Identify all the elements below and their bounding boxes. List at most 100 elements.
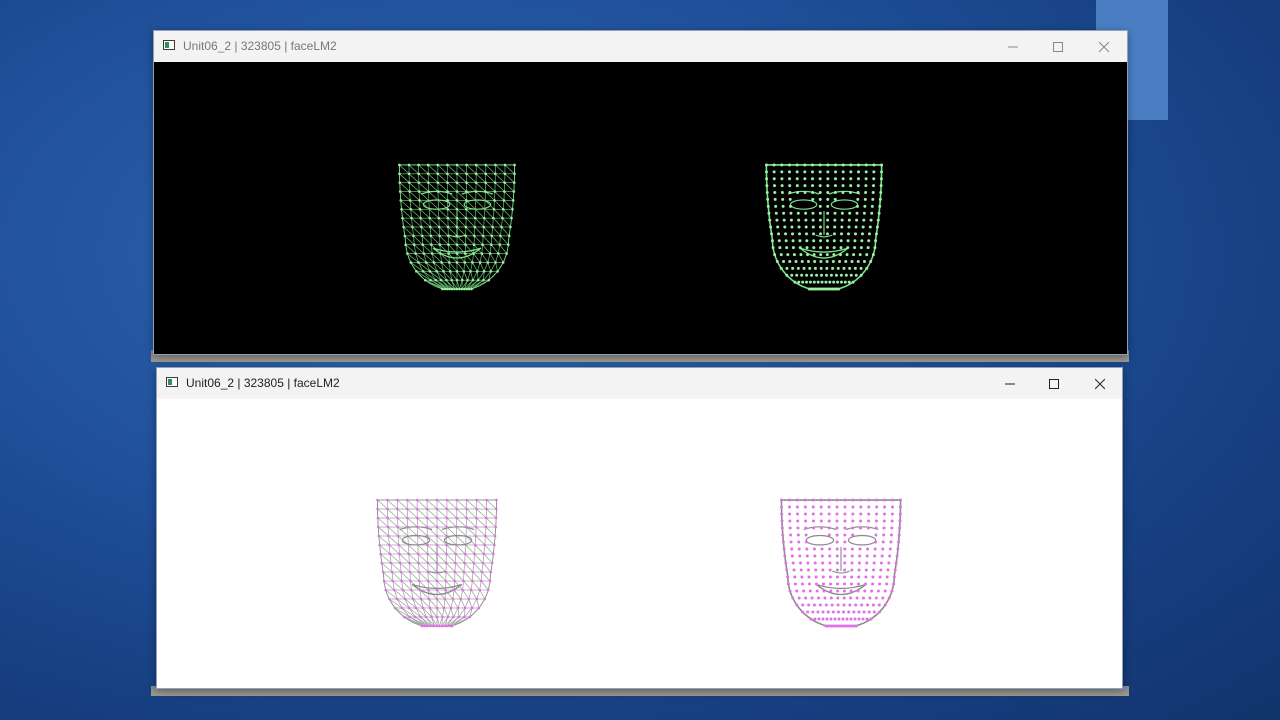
minimize-button[interactable] (987, 368, 1033, 399)
landmark-point (824, 273, 828, 277)
mesh-edge (387, 499, 398, 510)
landmark-point (407, 163, 411, 167)
landmark-point (804, 533, 808, 537)
landmark-point (798, 554, 802, 558)
landmark-point (388, 552, 392, 556)
landmark-point (789, 204, 793, 208)
mesh-edge (470, 589, 478, 600)
landmark-point (453, 570, 457, 574)
landmark-point (495, 498, 498, 502)
landmark-point (764, 170, 768, 174)
landmark-point (386, 498, 389, 502)
landmark-point (859, 246, 863, 250)
landmark-point (455, 525, 458, 529)
landmark-point (819, 526, 823, 530)
landmark-point (846, 232, 850, 236)
landmark-point (826, 610, 830, 614)
mesh-edge (456, 517, 467, 528)
face-window-bottom[interactable]: Unit06_2 | 323805 | faceLM2 (156, 367, 1123, 689)
close-button[interactable] (1077, 368, 1123, 399)
landmark-point (825, 246, 829, 250)
landmark-point (850, 547, 854, 551)
landmark-point (827, 505, 831, 509)
mesh-edge (449, 262, 458, 272)
mesh-edge (399, 553, 410, 564)
landmark-point (445, 534, 448, 538)
landmark-point (400, 207, 403, 211)
landmark-point (474, 534, 478, 538)
landmark-point (494, 516, 498, 520)
titlebar[interactable]: Unit06_2 | 323805 | faceLM2 (154, 31, 1127, 62)
minimize-button[interactable] (990, 31, 1036, 62)
landmark-point (838, 259, 842, 263)
mesh-edge (438, 217, 449, 228)
maximize-button[interactable] (1031, 368, 1077, 399)
mesh-edge (462, 580, 464, 591)
landmark-point (497, 252, 500, 255)
landmark-point (864, 575, 868, 579)
titlebar[interactable]: Unit06_2 | 323805 | faceLM2 (157, 368, 1122, 399)
landmark-point (781, 540, 785, 544)
landmark-point (482, 225, 486, 229)
mesh-edge (474, 544, 485, 555)
landmark-point (866, 246, 870, 250)
landmark-point (455, 181, 459, 184)
mesh-edge (470, 262, 473, 272)
mesh-edge (481, 244, 484, 254)
landmark-point (780, 526, 784, 530)
landmark-point (376, 525, 380, 529)
landmark-point (818, 191, 822, 195)
landmark-point (788, 589, 792, 593)
close-button[interactable] (1081, 31, 1127, 62)
mesh-edge (467, 271, 471, 281)
mesh-edge (397, 499, 408, 510)
landmark-point (851, 280, 855, 284)
mesh-edge (420, 217, 431, 228)
face-window-top[interactable]: Unit06_2 | 323805 | faceLM2 (153, 30, 1128, 355)
mesh-edge (417, 553, 429, 564)
landmark-point (510, 216, 513, 220)
landmark-point (863, 204, 867, 208)
landmark-point (425, 525, 429, 529)
landmark-point (492, 207, 496, 211)
landmark-point (427, 597, 431, 601)
mesh-edge (498, 253, 504, 263)
landmark-point (790, 547, 794, 551)
landmark-point (398, 552, 401, 556)
landmark-point (853, 246, 857, 250)
landmark-point (503, 181, 507, 184)
mesh-edge (474, 217, 484, 228)
landmark-point (849, 589, 853, 593)
mesh-edge (492, 226, 501, 237)
landmark-point (864, 163, 868, 167)
mesh-edge (387, 526, 389, 537)
landmark-point (826, 211, 830, 215)
mesh-edge (408, 173, 420, 183)
landmark-point (802, 589, 806, 593)
landmark-point (871, 575, 875, 579)
mesh-edge (445, 571, 455, 582)
mesh-edge (430, 226, 440, 237)
landmark-point (880, 163, 884, 167)
landmark-point (436, 190, 440, 193)
landmark-point (862, 596, 866, 600)
landmark-point (417, 190, 421, 193)
mesh-edge (455, 544, 466, 555)
landmark-point (479, 579, 483, 583)
mesh-edge (492, 218, 494, 228)
maximize-button[interactable] (1035, 31, 1081, 62)
landmark-point (499, 234, 502, 238)
landmark-point (854, 225, 858, 229)
landmark-point (839, 239, 843, 243)
mesh-edge (447, 209, 458, 219)
mesh-edge (494, 191, 505, 201)
landmark-point (490, 234, 494, 238)
landmark-point (376, 498, 379, 502)
landmark-point (889, 533, 893, 537)
landmark-point (455, 216, 459, 220)
landmark-point (871, 197, 875, 201)
landmark-point (849, 177, 853, 181)
mesh-edge (411, 218, 413, 228)
landmark-point (814, 575, 818, 579)
landmark-point (473, 234, 476, 238)
